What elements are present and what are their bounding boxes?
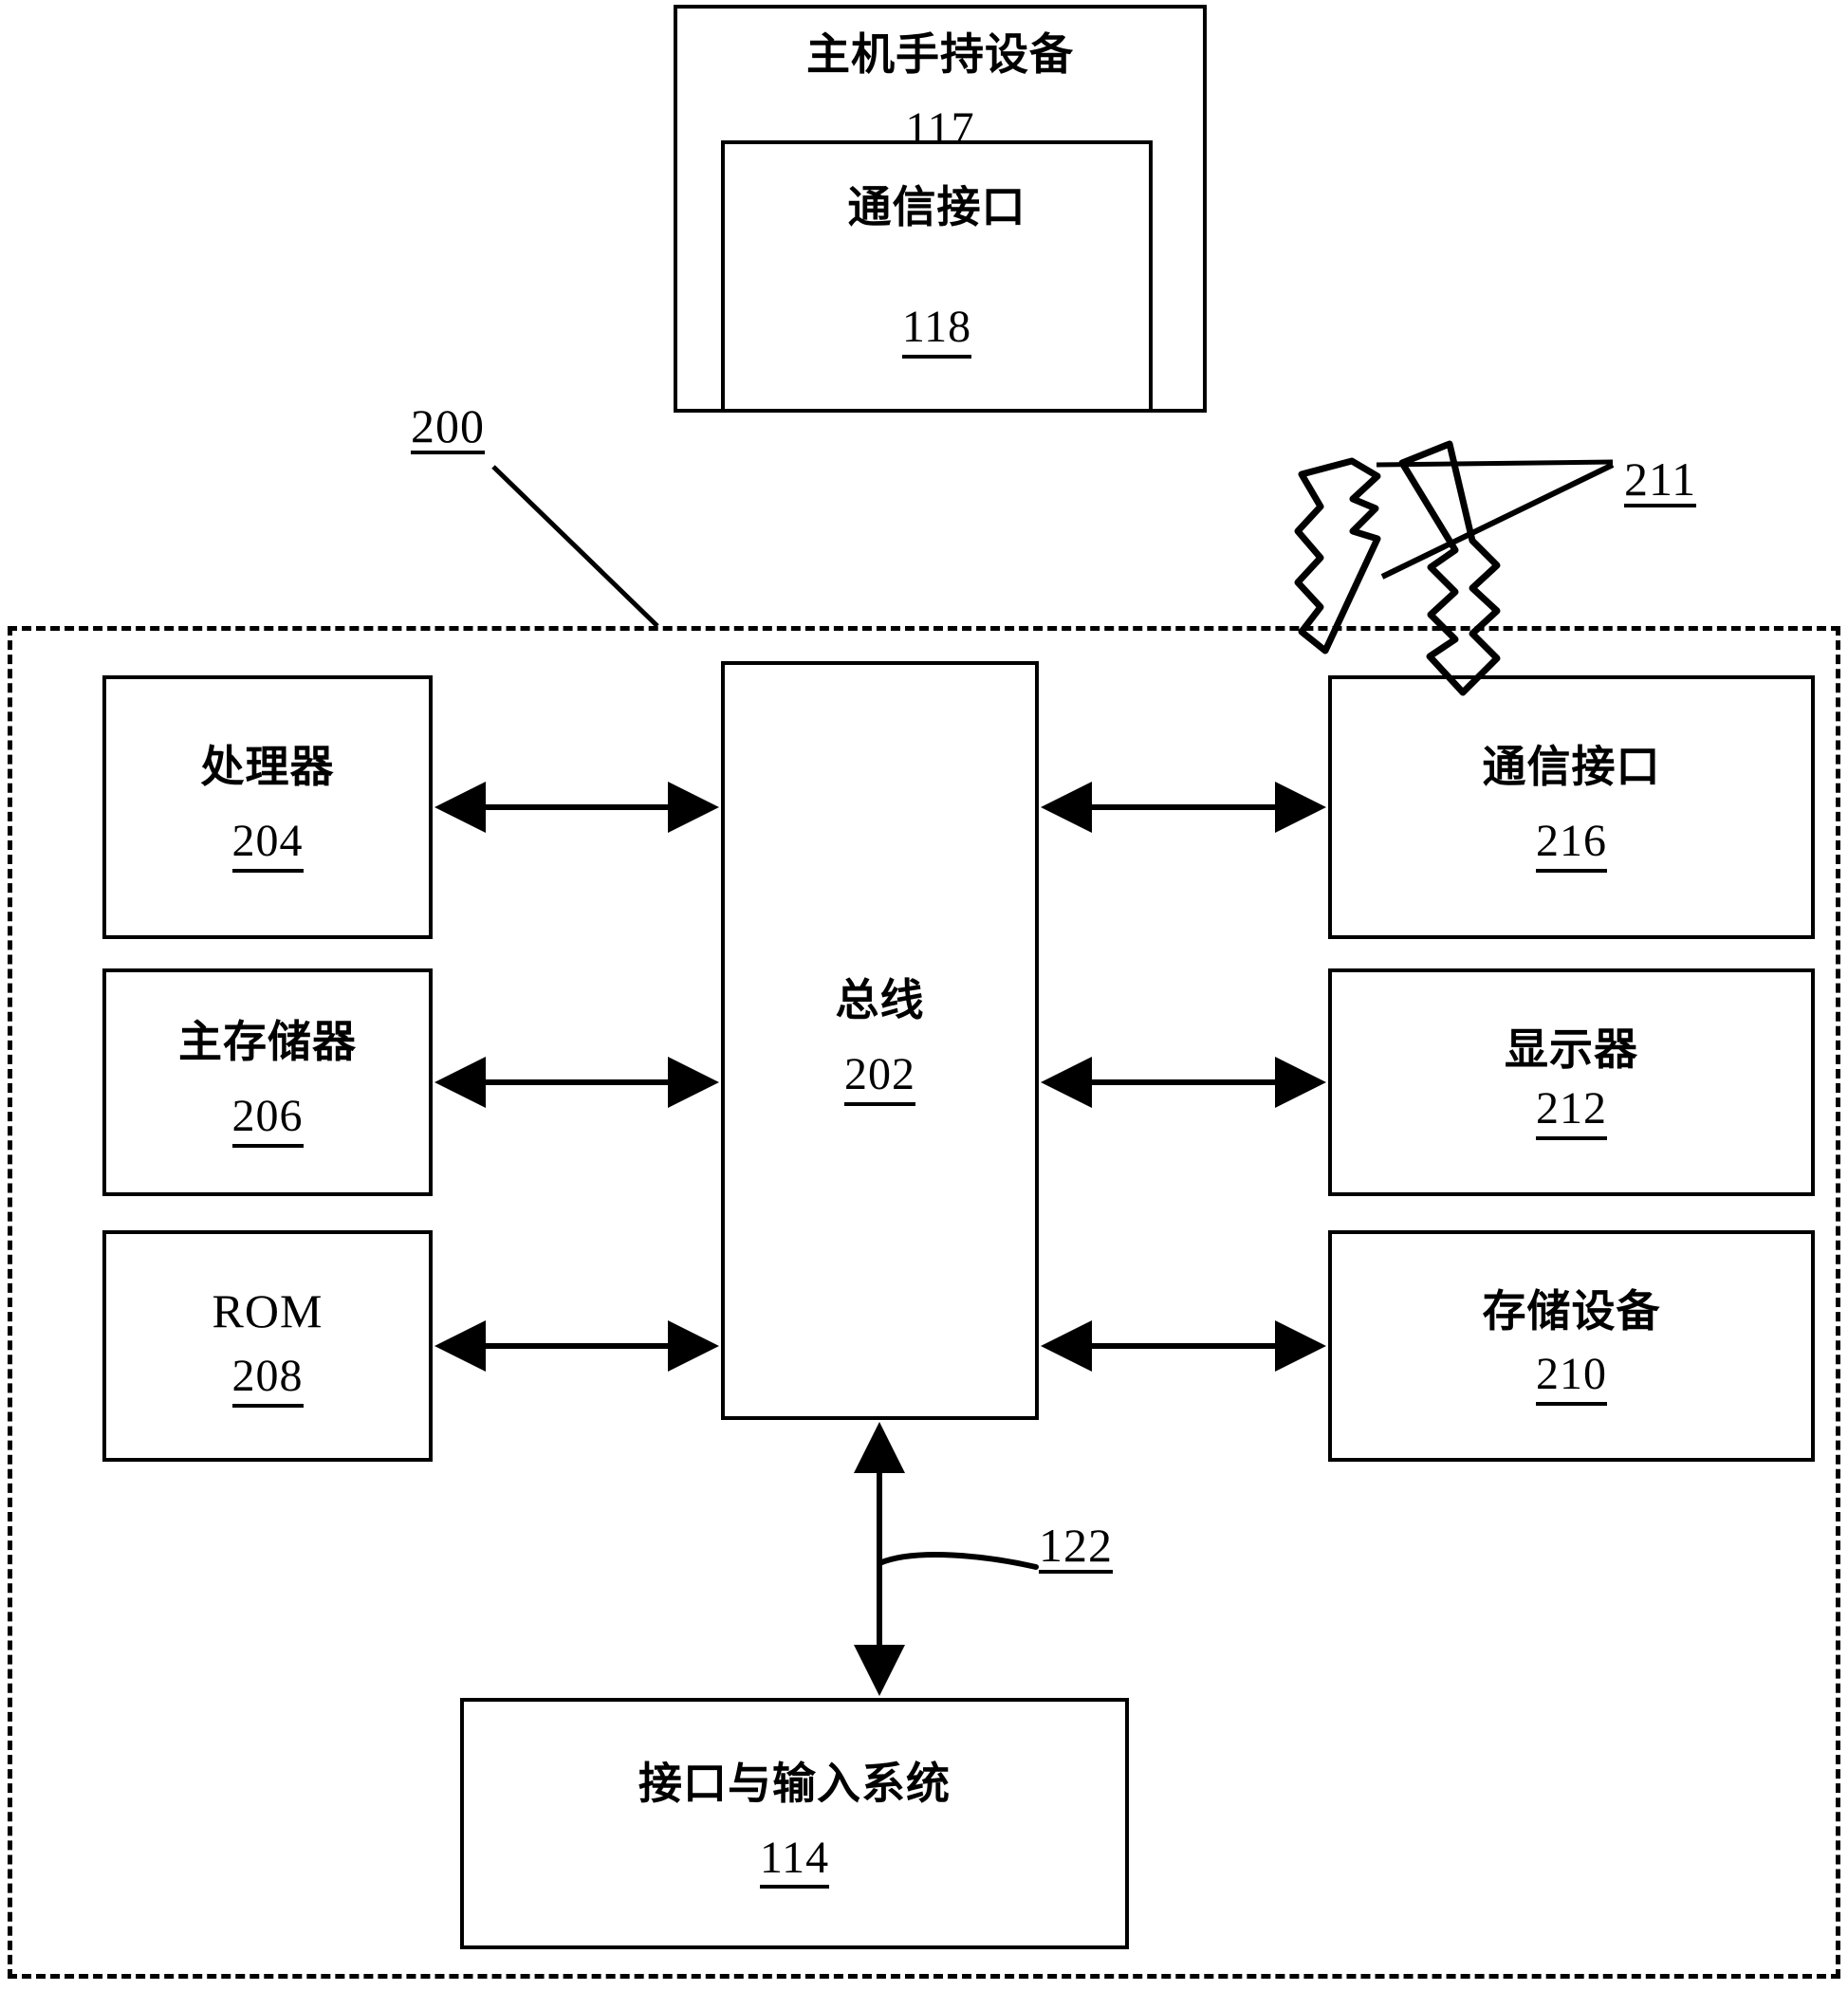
rom-box: ROM 208 [102, 1230, 433, 1462]
main-memory-label: 主存储器 [178, 1016, 357, 1068]
communication-interface-box: 通信接口 216 [1328, 675, 1815, 939]
host-communication-interface-refnum: 118 [901, 302, 972, 359]
bus-box: 总线 202 [721, 661, 1039, 1420]
host-communication-interface-label: 通信接口 [847, 181, 1026, 232]
storage-device-box: 存储设备 210 [1328, 1230, 1815, 1462]
main-memory-box: 主存储器 206 [102, 968, 433, 1196]
bus-interface-link-refnum: 122 [1039, 1519, 1113, 1574]
storage-device-refnum: 210 [1536, 1349, 1607, 1406]
communication-interface-label: 通信接口 [1482, 741, 1661, 793]
interface-and-input-system-refnum: 114 [759, 1833, 830, 1890]
display-label: 显示器 [1505, 1023, 1638, 1076]
processor-box: 处理器 204 [102, 675, 433, 939]
interface-and-input-system-box: 接口与输入系统 114 [460, 1698, 1129, 1949]
rom-label: ROM [212, 1283, 323, 1337]
processor-label: 处理器 [200, 741, 335, 793]
main-memory-refnum: 206 [231, 1091, 304, 1148]
communication-interface-refnum: 216 [1536, 816, 1607, 873]
storage-device-label: 存储设备 [1482, 1285, 1661, 1337]
host-communication-interface-box: 通信接口 118 [721, 140, 1153, 413]
display-box: 显示器 212 [1328, 968, 1815, 1196]
leader-line-200 [491, 465, 659, 628]
leader-line-211-upper [1376, 459, 1614, 468]
interface-and-input-system-label: 接口与输入系统 [638, 1757, 951, 1809]
patent-figure: 主机手持设备 117 通信接口 118 211 200 总线 202 处理器 2… [0, 0, 1848, 1991]
leader-line-211-lower [1380, 462, 1615, 580]
bus-refnum: 202 [844, 1049, 915, 1106]
display-refnum: 212 [1536, 1083, 1607, 1140]
wireless-link-refnum: 211 [1624, 452, 1697, 507]
processor-refnum: 204 [231, 816, 304, 873]
rom-refnum: 208 [231, 1352, 304, 1409]
bus-label: 总线 [835, 974, 925, 1026]
system-enclosure-refnum: 200 [411, 399, 485, 454]
lightning-bolt-icon-1 [1294, 457, 1381, 654]
host-handheld-device-label: 主机手持设备 [806, 28, 1074, 80]
